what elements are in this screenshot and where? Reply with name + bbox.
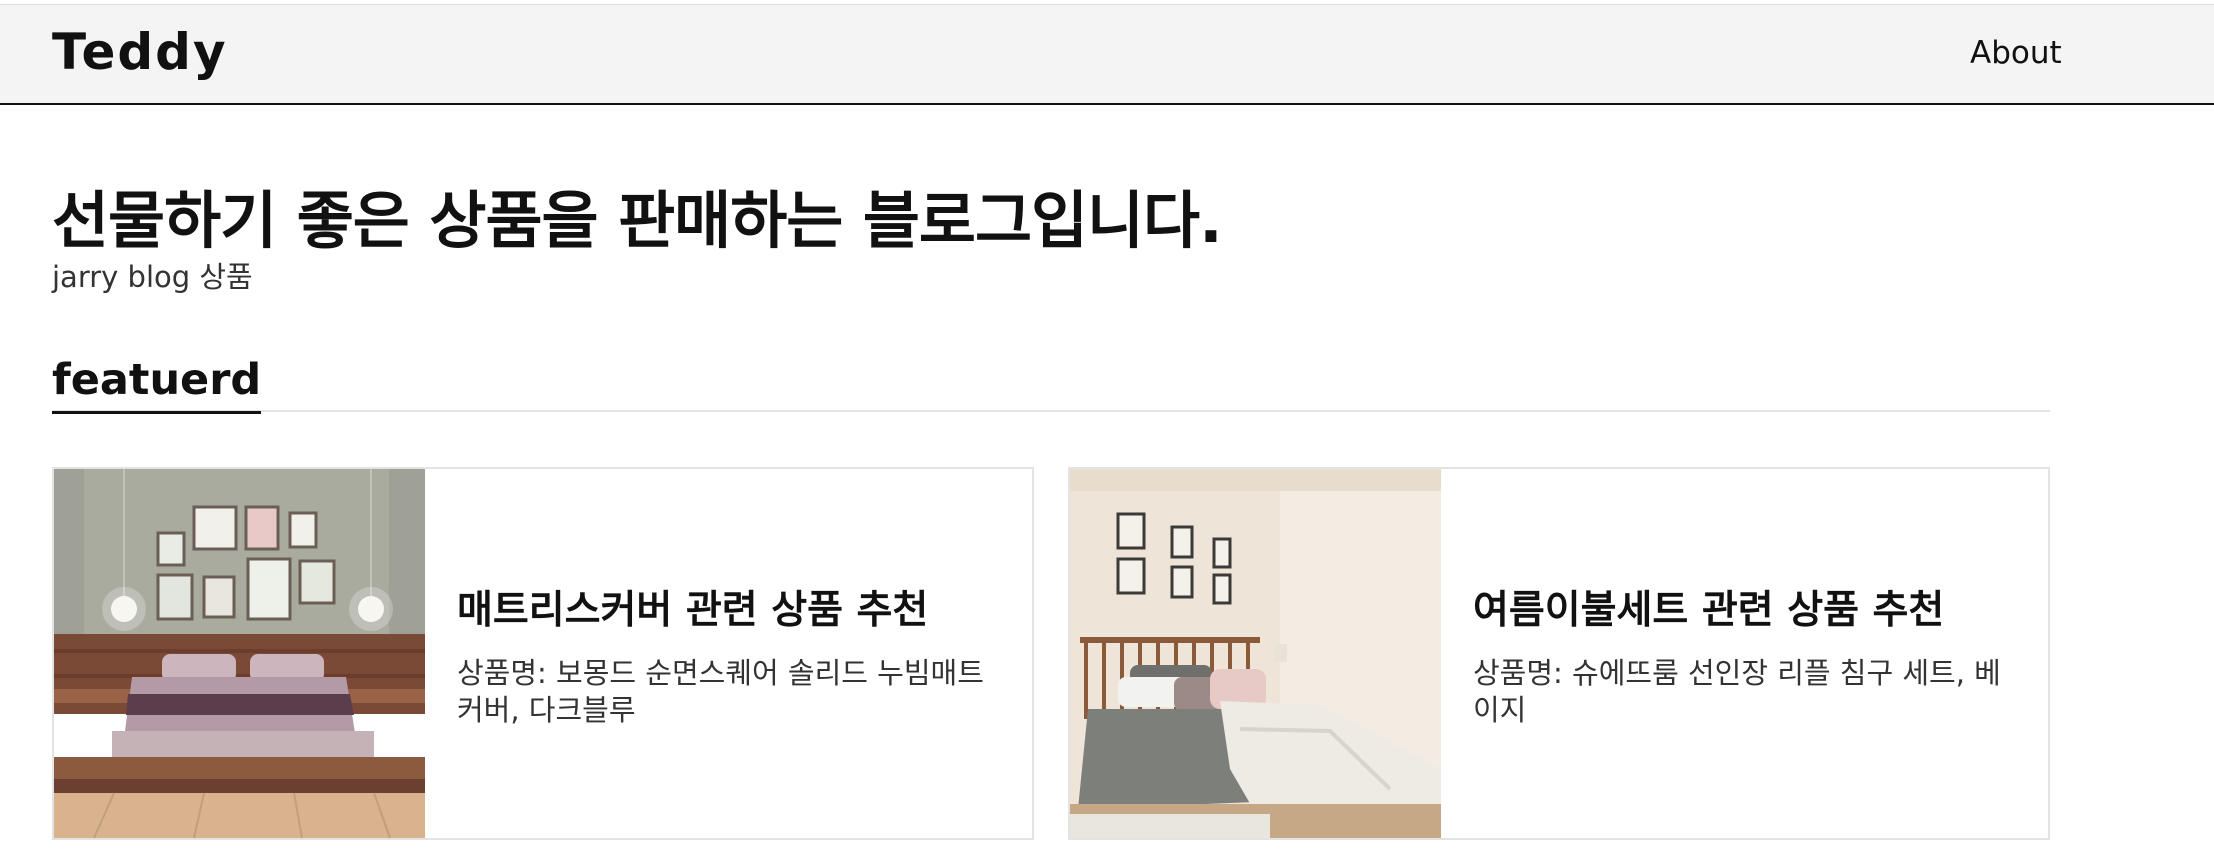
- card-description: 상품명: 보몽드 순면스퀘어 솔리드 누빔매트커버, 다크블루: [457, 656, 984, 727]
- card-image-bedroom-spindle-bed: [1070, 469, 1441, 838]
- card-body: 여름이불세트 관련 상품 추천 상품명: 슈에뜨룸 선인장 리플 침구 세트, …: [1473, 469, 2020, 838]
- page-title: 선물하기 좋은 상품을 판매하는 블로그입니다.: [52, 184, 1223, 257]
- section-divider: [52, 410, 2050, 412]
- nav-link-about[interactable]: About: [1970, 35, 2062, 71]
- site-logo[interactable]: Teddy: [52, 23, 228, 81]
- card-body: 매트리스커버 관련 상품 추천 상품명: 보몽드 순면스퀘어 솔리드 누빔매트커…: [457, 469, 1004, 838]
- card-title: 여름이불세트 관련 상품 추천: [1473, 588, 1945, 634]
- featured-card-mattress-cover[interactable]: 매트리스커버 관련 상품 추천 상품명: 보몽드 순면스퀘어 솔리드 누빔매트커…: [52, 467, 1034, 840]
- page-subtitle: jarry blog 상품: [52, 260, 253, 294]
- site-header: Teddy About: [0, 4, 2214, 105]
- card-image-bedroom-platform-bed: [54, 469, 425, 838]
- card-title: 매트리스커버 관련 상품 추천: [457, 588, 929, 634]
- featured-card-summer-bedding[interactable]: 여름이불세트 관련 상품 추천 상품명: 슈에뜨룸 선인장 리플 침구 세트, …: [1068, 467, 2050, 840]
- section-title-featured: featuerd: [52, 355, 262, 414]
- card-description: 상품명: 슈에뜨룸 선인장 리플 침구 세트, 베이지: [1473, 656, 2001, 727]
